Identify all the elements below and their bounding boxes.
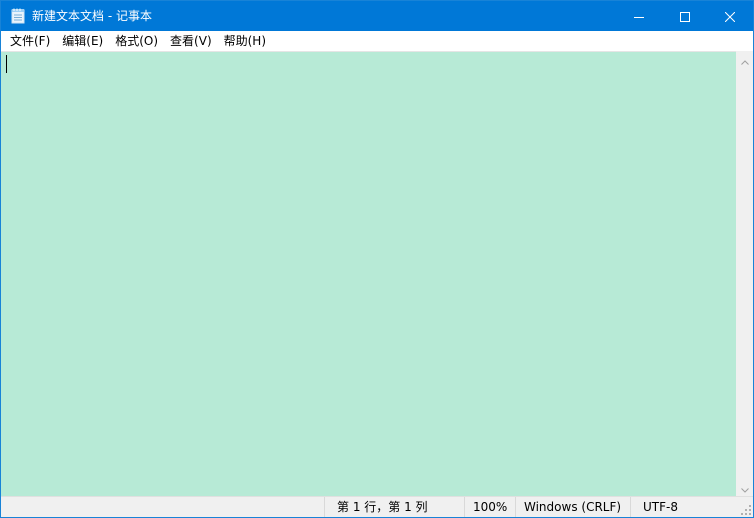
menu-bar: 文件(F) 编辑(E) 格式(O) 查看(V) 帮助(H) xyxy=(1,31,753,51)
notepad-icon[interactable] xyxy=(11,8,25,24)
scroll-up-button[interactable] xyxy=(736,51,753,68)
maximize-icon xyxy=(680,7,690,26)
menu-help[interactable]: 帮助(H) xyxy=(218,31,272,51)
minimize-button[interactable] xyxy=(616,1,662,31)
notepad-window: 新建文本文档 - 记事本 文件(F) 编辑(E) 格式(O) 查看(V) 帮助(… xyxy=(0,0,754,518)
maximize-button[interactable] xyxy=(662,1,708,31)
vertical-scrollbar[interactable] xyxy=(736,51,753,496)
menu-file[interactable]: 文件(F) xyxy=(1,31,56,51)
status-bar: 第 1 行，第 1 列 100% Windows (CRLF) UTF-8 xyxy=(1,496,753,517)
menu-format[interactable]: 格式(O) xyxy=(109,31,164,51)
encoding: UTF-8 xyxy=(630,497,736,517)
chevron-up-icon xyxy=(740,50,749,69)
title-bar[interactable]: 新建文本文档 - 记事本 xyxy=(1,1,753,31)
close-icon xyxy=(724,7,736,26)
minimize-icon xyxy=(634,7,644,26)
resize-grip-icon[interactable] xyxy=(740,504,752,516)
zoom-level: 100% xyxy=(464,497,515,517)
line-ending: Windows (CRLF) xyxy=(515,497,630,517)
window-title: 新建文本文档 - 记事本 xyxy=(32,9,152,23)
scroll-down-button[interactable] xyxy=(736,479,753,496)
close-button[interactable] xyxy=(707,1,753,31)
cursor-position: 第 1 行，第 1 列 xyxy=(324,497,464,517)
menu-view[interactable]: 查看(V) xyxy=(164,31,218,51)
chevron-down-icon xyxy=(740,478,749,497)
text-caret xyxy=(6,55,7,73)
menu-edit[interactable]: 编辑(E) xyxy=(56,31,109,51)
text-editor[interactable] xyxy=(1,51,736,496)
